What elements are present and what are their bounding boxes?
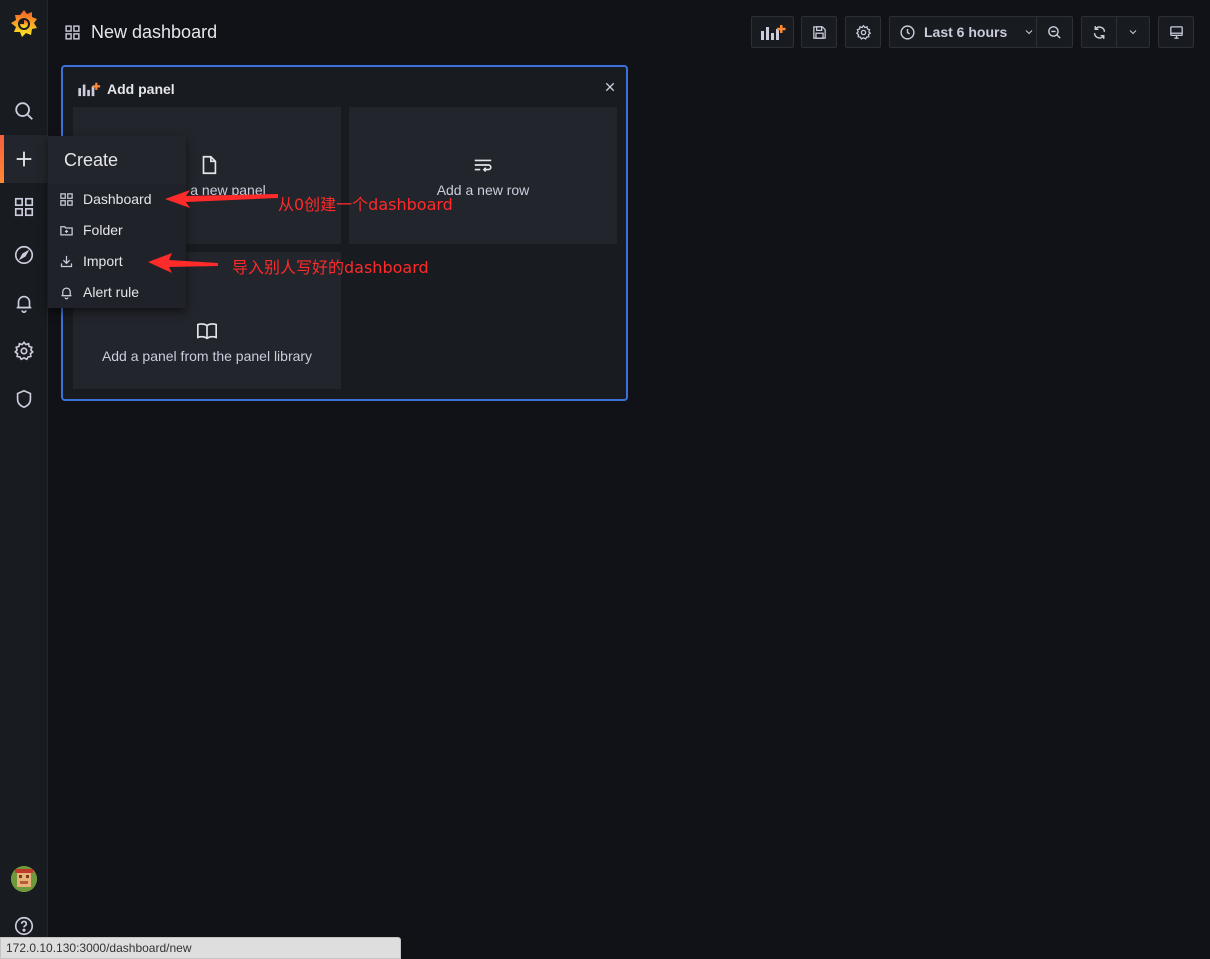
menu-item-label: Import [83,253,123,269]
status-url-bar: 172.0.10.130:3000/dashboard/new [0,937,401,959]
dashboard-grid-icon [65,24,80,40]
monitor-icon [1169,25,1183,39]
menu-item-label: Alert rule [83,284,140,300]
annotation-import-note: 导入别人写好的dashboard [232,258,429,277]
menu-item-label: Dashboard [83,191,152,207]
page-title: New dashboard [64,18,217,46]
time-range-picker[interactable]: Last 6 hours [889,16,1037,48]
add-from-library-label: Add a panel from the panel library [101,347,313,364]
refresh-button[interactable] [1081,16,1117,48]
book-open-icon [197,322,217,339]
zoom-out-button[interactable] [1036,16,1073,48]
file-icon [202,155,216,174]
add-panel-title: Add panel [107,81,175,97]
save-dashboard-button[interactable] [801,16,837,48]
refresh-interval-dropdown[interactable] [1116,16,1150,48]
dashboard-title[interactable]: New dashboard [91,22,217,43]
tv-mode-button[interactable] [1158,16,1194,48]
server-admin-shield-icon[interactable] [0,375,48,423]
configuration-gear-icon[interactable] [0,327,48,375]
clock-icon [900,24,915,40]
avatar[interactable] [11,866,37,892]
chevron-down-icon [1025,30,1033,35]
alerting-bell-icon[interactable] [0,279,48,327]
menu-item-alert-rule[interactable]: Alert rule [48,277,186,307]
create-menu-header[interactable]: Create [48,136,186,184]
explore-compass-icon[interactable] [0,231,48,279]
chevron-down-icon [1129,30,1137,35]
add-panel-button[interactable] [751,16,794,48]
annotation-dashboard-note: 从0创建一个dashboard [278,195,453,214]
import-icon [60,255,73,267]
menu-item-import[interactable]: Import [48,246,186,276]
grid-icon [60,192,73,206]
sidebar [0,0,48,959]
menu-item-folder[interactable]: Folder [48,215,186,245]
refresh-icon [1093,25,1105,39]
add-new-row-tile[interactable]: Add a new row [349,107,617,244]
dashboard-settings-button[interactable] [845,16,881,48]
add-new-panel-label: a new panel [190,181,266,198]
add-panel-chart-icon [78,82,101,97]
add-panel-chart-icon [760,25,785,40]
time-range-label: Last 6 hours [924,24,1008,40]
zoom-out-icon [1048,25,1061,39]
gear-icon [855,24,871,40]
menu-item-dashboard[interactable]: Dashboard [48,184,186,214]
wrap-text-icon [474,159,492,172]
menu-item-label: Folder [83,222,123,238]
dashboards-grid-icon[interactable] [0,183,48,231]
save-icon [812,25,826,39]
create-plus-icon[interactable] [0,135,48,183]
close-icon[interactable] [602,79,618,95]
bell-icon [61,287,72,299]
add-panel-header: Add panel [77,79,175,99]
folder-plus-icon [60,225,73,235]
create-dropdown-menu: Create Dashboard Folder Import Alert rul… [48,136,186,308]
grafana-logo-icon[interactable] [9,8,39,40]
search-icon[interactable] [0,87,48,135]
